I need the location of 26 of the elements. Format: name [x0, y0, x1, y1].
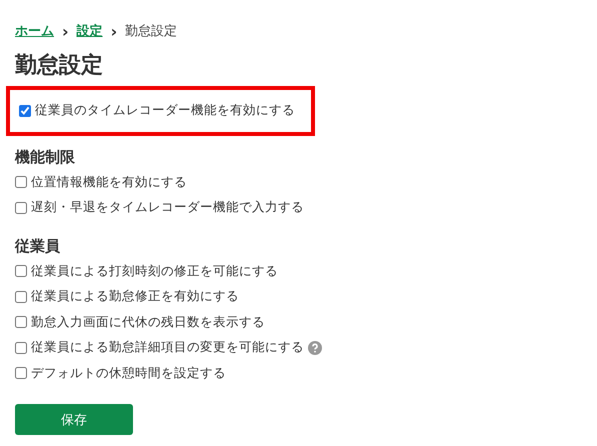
- breadcrumb-current: 勤怠設定: [125, 23, 178, 40]
- checkbox[interactable]: [15, 367, 27, 380]
- breadcrumb-separator: ›: [110, 22, 118, 40]
- option-label: 従業員による勤怠詳細項目の変更を可能にする: [31, 339, 304, 356]
- checkbox[interactable]: [15, 202, 27, 214]
- save-button[interactable]: 保存: [15, 404, 133, 435]
- breadcrumb-link[interactable]: ホーム: [15, 22, 54, 40]
- option-label: 従業員による打刻時刻の修正を可能にする: [31, 262, 278, 280]
- breadcrumb-separator: ›: [62, 22, 69, 40]
- checkbox[interactable]: [15, 290, 27, 303]
- option-label: 遅刻・早退をタイムレコーダー機能で入力する: [31, 199, 304, 216]
- option-label: 従業員による勤怠修正を有効にする: [31, 288, 239, 306]
- help-icon[interactable]: [308, 340, 322, 355]
- page-title: 勤怠設定: [15, 52, 104, 80]
- checkbox[interactable]: [15, 316, 27, 328]
- option-label: 位置情報機能を有効にする: [31, 174, 187, 191]
- breadcrumb-link[interactable]: 設定: [76, 22, 103, 40]
- option-label: 勤怠入力画面に代休の残日数を表示する: [31, 314, 265, 331]
- option-label: 従業員のタイムレコーダー機能を有効にする: [35, 102, 295, 120]
- checkbox[interactable]: [15, 176, 27, 188]
- option-label: デフォルトの休憩時間を設定する: [31, 364, 226, 382]
- section-heading: 機能制限: [15, 147, 76, 168]
- checkbox[interactable]: [15, 342, 27, 354]
- checkbox[interactable]: [19, 104, 31, 117]
- checkbox[interactable]: [15, 265, 27, 278]
- section-heading: 従業員: [15, 236, 61, 257]
